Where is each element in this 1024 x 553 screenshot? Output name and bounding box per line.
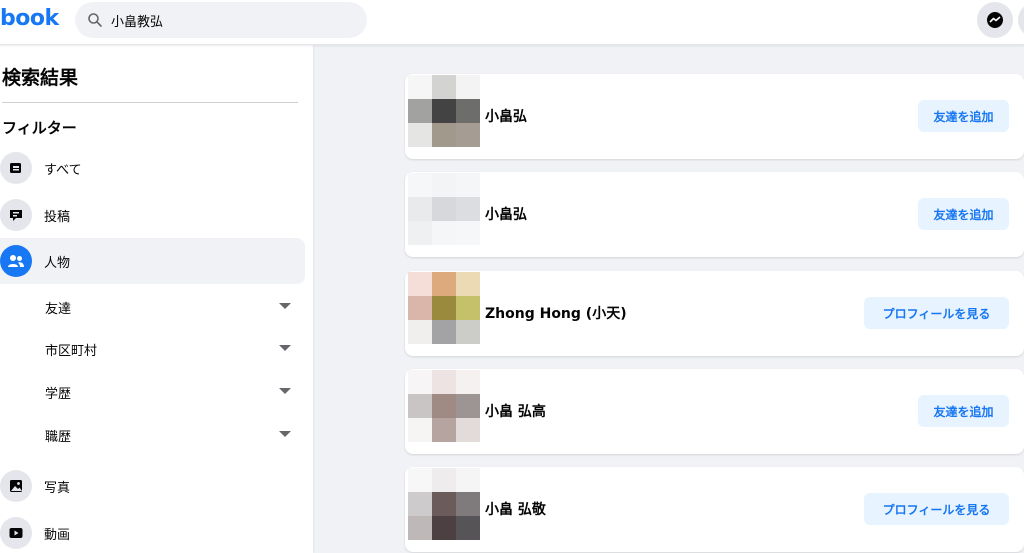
filter-friends-dropdown[interactable]: 友達 <box>0 287 305 327</box>
filter-education-dropdown[interactable]: 学歴 <box>0 372 305 412</box>
avatar[interactable] <box>408 173 480 245</box>
filter-posts[interactable]: 投稿 <box>0 192 305 238</box>
add-friend-button[interactable]: 友達を追加 <box>918 100 1009 132</box>
result-card[interactable]: 小畠 弘高 友達を追加 <box>405 369 1024 454</box>
search-input[interactable]: 小畠教弘 <box>111 11 163 30</box>
avatar[interactable] <box>408 468 480 540</box>
post-icon <box>0 199 32 231</box>
filter-photos[interactable]: 写真 <box>0 463 305 509</box>
page-title: 検索結果 <box>2 67 79 89</box>
chevron-down-icon <box>279 388 291 394</box>
video-icon <box>0 517 32 549</box>
chevron-down-icon <box>279 303 291 309</box>
view-profile-button[interactable]: プロフィールを見る <box>864 297 1009 329</box>
result-name[interactable]: 小畠弘 <box>485 106 527 126</box>
photo-icon <box>0 470 32 502</box>
chevron-down-icon <box>279 345 291 351</box>
result-name[interactable]: 小畠弘 <box>485 204 527 224</box>
filter-heading: フィルター <box>2 119 77 137</box>
search-filters-sidebar: 検索結果 フィルター すべて 投稿 人物 友達 市区町村 学歴 職歴 写真 動画 <box>0 45 313 553</box>
view-profile-button[interactable]: プロフィールを見る <box>864 493 1009 525</box>
search-box[interactable]: 小畠教弘 <box>75 2 367 38</box>
filter-videos[interactable]: 動画 <box>0 510 305 553</box>
filter-posts-label: 投稿 <box>44 209 71 225</box>
filter-city-label: 市区町村 <box>45 343 98 359</box>
add-friend-button[interactable]: 友達を追加 <box>918 198 1009 230</box>
filter-videos-label: 動画 <box>44 527 71 543</box>
filter-city-dropdown[interactable]: 市区町村 <box>0 329 305 369</box>
filter-photos-label: 写真 <box>44 480 71 496</box>
messenger-icon <box>987 12 1003 28</box>
facebook-logo[interactable]: book <box>0 6 59 31</box>
filter-all-label: すべて <box>44 162 82 178</box>
filter-work-label: 職歴 <box>45 429 72 445</box>
result-card[interactable]: 小畠 弘敬 プロフィールを見る <box>405 467 1024 552</box>
filter-people-label: 人物 <box>44 255 71 271</box>
result-card[interactable]: Zhong Hong (小天) プロフィールを見る <box>405 271 1024 356</box>
result-name[interactable]: 小畠 弘高 <box>485 401 546 421</box>
result-name[interactable]: 小畠 弘敬 <box>485 499 546 519</box>
avatar[interactable] <box>408 75 480 147</box>
feed-icon <box>0 152 32 184</box>
filter-education-label: 学歴 <box>45 386 72 402</box>
result-card[interactable]: 小畠弘 友達を追加 <box>405 172 1024 257</box>
filter-work-dropdown[interactable]: 職歴 <box>0 415 305 455</box>
add-friend-button[interactable]: 友達を追加 <box>918 395 1009 427</box>
top-navigation-bar: book 小畠教弘 <box>0 0 1024 45</box>
avatar[interactable] <box>408 272 480 344</box>
chevron-down-icon <box>279 431 291 437</box>
people-icon <box>0 245 32 277</box>
filter-friends-label: 友達 <box>45 301 72 317</box>
notifications-button[interactable] <box>1018 2 1024 38</box>
result-card[interactable]: 小畠弘 友達を追加 <box>405 74 1024 159</box>
filter-people[interactable]: 人物 <box>0 238 305 284</box>
filter-all[interactable]: すべて <box>0 145 305 191</box>
result-name[interactable]: Zhong Hong (小天) <box>485 303 627 323</box>
search-icon <box>88 13 102 27</box>
messenger-button[interactable] <box>977 2 1013 38</box>
avatar[interactable] <box>408 370 480 442</box>
divider <box>2 102 298 103</box>
